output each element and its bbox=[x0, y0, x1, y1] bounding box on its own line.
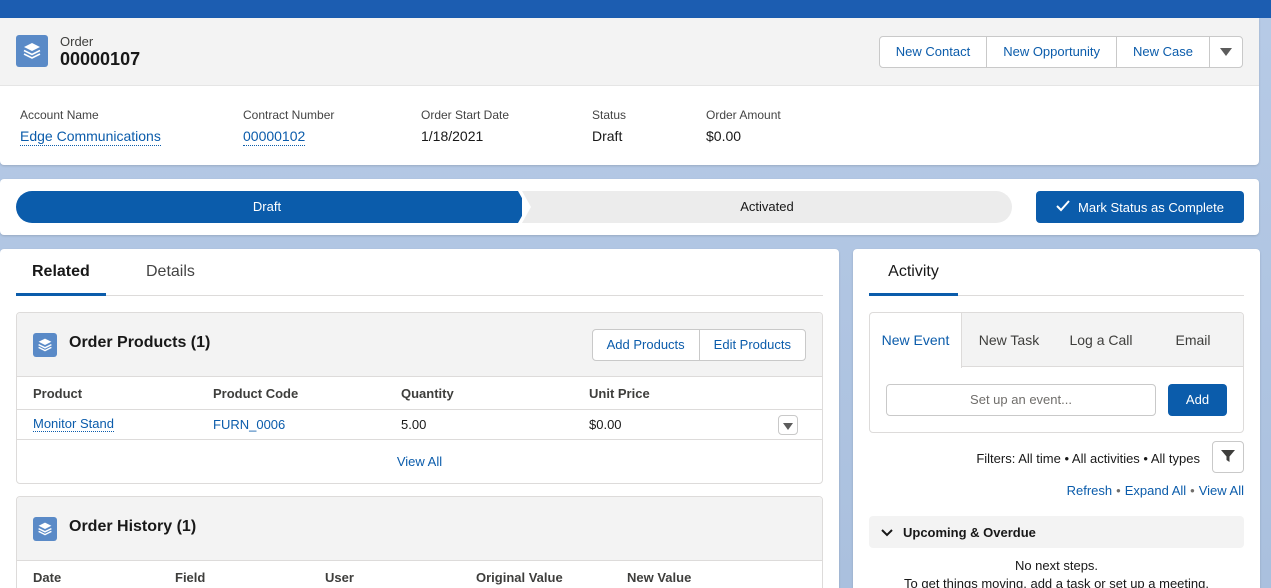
activity-filters-text: Filters: All time • All activities • All… bbox=[976, 451, 1200, 466]
order-history-title[interactable]: Order History (1) bbox=[69, 518, 196, 536]
stage-activated[interactable]: Activated bbox=[522, 191, 1012, 223]
activity-panel: Activity New Event New Task Log a Call E… bbox=[853, 249, 1260, 588]
status-path: Draft Activated Mark Status as Complete bbox=[0, 179, 1259, 235]
activity-links: Refresh • Expand All • View All bbox=[1067, 483, 1244, 498]
field-value: 1/18/2021 bbox=[421, 128, 484, 144]
stage-draft[interactable]: Draft bbox=[16, 191, 527, 223]
column-header[interactable]: Original Value bbox=[476, 570, 563, 585]
activity-composer: New Event New Task Log a Call Email Set … bbox=[869, 312, 1244, 433]
mark-status-label: Mark Status as Complete bbox=[1078, 199, 1224, 215]
product-code-link[interactable]: FURN_0006 bbox=[213, 417, 285, 432]
field-contract-number: Contract Number 00000102 bbox=[243, 108, 334, 146]
refresh-link[interactable]: Refresh bbox=[1067, 483, 1113, 498]
field-label: Account Name bbox=[20, 108, 99, 122]
row-actions-button[interactable] bbox=[778, 415, 798, 435]
column-header[interactable]: Unit Price bbox=[589, 386, 650, 401]
path-stages: Draft Activated bbox=[16, 191, 1012, 223]
mark-status-complete-button[interactable]: Mark Status as Complete bbox=[1036, 191, 1244, 223]
record-tabs: Related Details bbox=[16, 249, 823, 296]
chevron-down-icon bbox=[783, 418, 793, 433]
field-label: Contract Number bbox=[243, 108, 335, 122]
divider bbox=[17, 409, 822, 410]
filter-button[interactable] bbox=[1212, 441, 1244, 473]
tab-log-a-call[interactable]: Log a Call bbox=[1055, 313, 1147, 367]
upcoming-overdue-label: Upcoming & Overdue bbox=[903, 524, 1036, 540]
tab-new-event[interactable]: New Event bbox=[870, 313, 962, 368]
order-products-card: Order Products (1) Add Products Edit Pro… bbox=[16, 312, 823, 484]
field-order-start-date: Order Start Date 1/18/2021 bbox=[421, 108, 509, 144]
quantity-cell: 5.00 bbox=[401, 417, 427, 432]
tab-details[interactable]: Details bbox=[146, 263, 195, 296]
record-actions: New Contact New Opportunity New Case bbox=[878, 36, 1243, 68]
more-actions-button[interactable] bbox=[1210, 37, 1242, 67]
divider bbox=[17, 439, 822, 440]
record-highlights: Order 00000107 New Contact New Opportuni… bbox=[0, 18, 1259, 165]
activity-tabs: Activity bbox=[869, 249, 1244, 296]
field-value: Draft bbox=[592, 128, 623, 144]
composer-tabs: New Event New Task Log a Call Email bbox=[870, 313, 1243, 368]
new-opportunity-button[interactable]: New Opportunity bbox=[987, 37, 1118, 67]
order-products-actions: Add Products Edit Products bbox=[591, 329, 806, 361]
tab-new-task[interactable]: New Task bbox=[963, 313, 1055, 367]
field-status: Status Draft bbox=[592, 108, 626, 144]
account-name-link[interactable]: Edge Communications bbox=[20, 128, 161, 146]
contract-number-link[interactable]: 00000102 bbox=[243, 128, 306, 146]
column-header[interactable]: Field bbox=[175, 570, 205, 585]
order-history-card: Order History (1) Date Field User Origin… bbox=[16, 496, 823, 588]
column-header[interactable]: Product bbox=[33, 386, 82, 401]
view-all-link[interactable]: View All bbox=[1199, 483, 1244, 498]
field-order-amount: Order Amount $0.00 bbox=[706, 108, 781, 144]
related-panel: Related Details Order Products (1) Add P… bbox=[0, 249, 839, 588]
upcoming-overdue-section[interactable]: Upcoming & Overdue bbox=[869, 516, 1244, 548]
order-products-header: Order Products (1) Add Products Edit Pro… bbox=[17, 313, 822, 377]
order-icon bbox=[16, 35, 48, 67]
object-label: Order bbox=[60, 34, 94, 49]
field-account-name: Account Name Edge Communications bbox=[20, 108, 161, 146]
no-next-steps: No next steps. bbox=[1014, 558, 1099, 573]
tab-email[interactable]: Email bbox=[1147, 313, 1239, 367]
column-header[interactable]: Product Code bbox=[213, 386, 298, 401]
filter-icon bbox=[1221, 449, 1235, 466]
tab-activity[interactable]: Activity bbox=[869, 263, 958, 296]
separator: • bbox=[1116, 483, 1121, 498]
checkmark-icon bbox=[1056, 199, 1070, 215]
field-label: Status bbox=[592, 108, 627, 122]
product-link[interactable]: Monitor Stand bbox=[33, 416, 114, 432]
column-header[interactable]: Quantity bbox=[401, 386, 454, 401]
field-value: $0.00 bbox=[706, 128, 742, 144]
edit-products-button[interactable]: Edit Products bbox=[700, 330, 805, 360]
order-history-header: Order History (1) bbox=[17, 497, 822, 561]
header-band bbox=[0, 0, 1271, 18]
event-subject-input[interactable]: Set up an event... bbox=[886, 384, 1156, 416]
field-label: Order Amount bbox=[706, 108, 781, 122]
order-products-title[interactable]: Order Products (1) bbox=[69, 334, 210, 352]
new-contact-button[interactable]: New Contact bbox=[880, 37, 988, 67]
column-header[interactable]: User bbox=[325, 570, 354, 585]
no-next-steps-hint: To get things moving, add a task or set … bbox=[904, 576, 1209, 588]
separator: • bbox=[1190, 483, 1195, 498]
add-products-button[interactable]: Add Products bbox=[593, 330, 700, 360]
highlights-header: Order 00000107 New Contact New Opportuni… bbox=[0, 18, 1259, 86]
column-header[interactable]: New Value bbox=[627, 570, 691, 585]
add-event-button[interactable]: Add bbox=[1168, 384, 1227, 416]
order-product-icon bbox=[33, 333, 57, 357]
field-label: Order Start Date bbox=[421, 108, 510, 122]
tab-related[interactable]: Related bbox=[16, 263, 106, 296]
new-case-button[interactable]: New Case bbox=[1117, 37, 1210, 67]
view-all-link[interactable]: View All bbox=[17, 454, 822, 469]
chevron-down-icon bbox=[1220, 37, 1232, 67]
order-history-icon bbox=[33, 517, 57, 541]
chevron-down-icon bbox=[881, 525, 893, 540]
expand-all-link[interactable]: Expand All bbox=[1125, 483, 1186, 498]
record-title: 00000107 bbox=[60, 49, 141, 69]
column-header[interactable]: Date bbox=[33, 570, 61, 585]
unit-price-cell: $0.00 bbox=[589, 417, 622, 432]
